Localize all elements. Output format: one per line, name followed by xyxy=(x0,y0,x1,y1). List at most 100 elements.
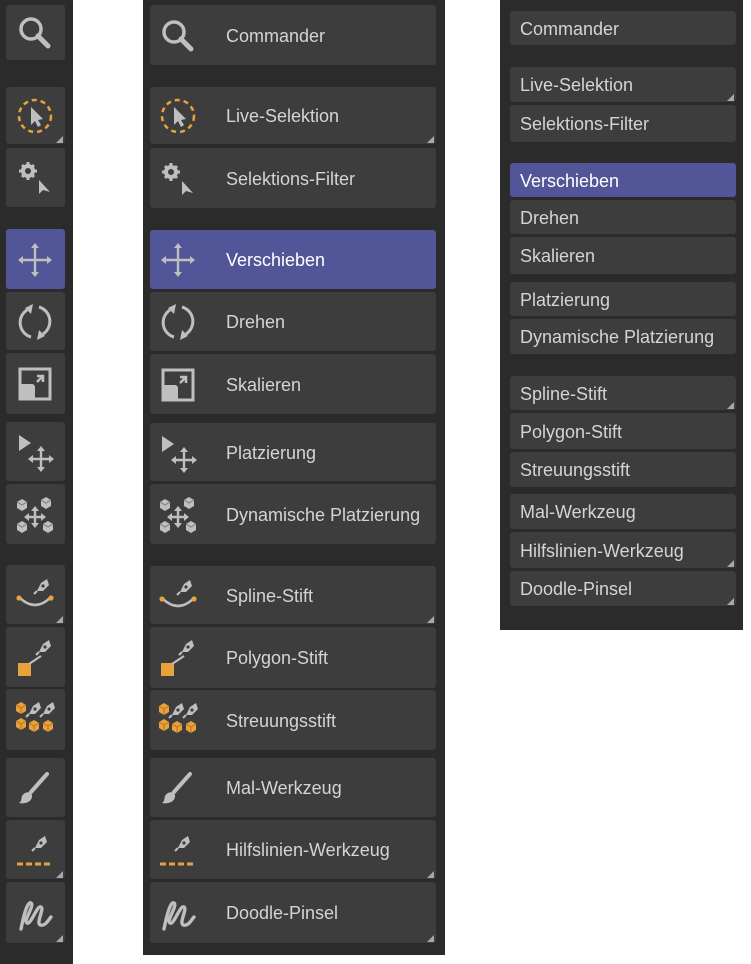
toolbar-icons-only xyxy=(0,0,73,964)
tool-label: Mal-Werkzeug xyxy=(226,778,342,798)
tool-label: Spline-Stift xyxy=(520,384,608,404)
tool-label: Mal-Werkzeug xyxy=(520,502,636,522)
tool-label: Drehen xyxy=(520,208,580,228)
tool-button-skalieren[interactable]: Skalieren xyxy=(510,237,736,275)
dynamic-placement-icon xyxy=(156,493,200,537)
tool-button-commander[interactable]: Commander xyxy=(150,5,436,66)
tool-button-drehen[interactable]: Drehen xyxy=(150,292,436,352)
tool-button-selektions-filter[interactable]: Selektions-Filter xyxy=(150,148,436,209)
scatter-pen-icon xyxy=(13,698,57,742)
tool-button-platzierung[interactable]: Platzierung xyxy=(150,423,436,482)
submenu-indicator xyxy=(56,871,63,878)
tool-button-commander[interactable]: Commander xyxy=(510,11,736,46)
tool-button-drehen[interactable]: Drehen xyxy=(510,200,736,235)
tool-button-dynamische-platzierung[interactable]: Dynamische Platzierung xyxy=(150,484,436,545)
tool-button-skalieren[interactable] xyxy=(6,353,65,415)
tool-button-polygon-stift[interactable]: Polygon-Stift xyxy=(510,413,736,450)
rotate-icon xyxy=(156,300,200,344)
submenu-indicator xyxy=(427,616,434,623)
tool-button-doodle-pinsel[interactable] xyxy=(6,882,65,944)
tool-button-selektions-filter[interactable] xyxy=(6,148,65,208)
tool-button-dynamische-platzierung[interactable]: Dynamische Platzierung xyxy=(510,319,736,355)
spline-pen-icon xyxy=(156,574,200,618)
submenu-indicator xyxy=(56,935,63,942)
tool-button-doodle-pinsel[interactable]: Doodle-Pinsel xyxy=(150,882,436,944)
tool-button-streuungsstift[interactable]: Streuungsstift xyxy=(510,452,736,488)
live-selection-icon xyxy=(156,94,200,138)
tool-label: Doodle-Pinsel xyxy=(226,903,339,923)
tool-button-spline-stift[interactable]: Spline-Stift xyxy=(510,376,736,411)
polygon-pen-icon xyxy=(13,636,57,680)
tool-label: Streuungsstift xyxy=(226,711,337,731)
rotate-icon xyxy=(13,300,57,344)
submenu-indicator xyxy=(427,871,434,878)
tool-button-mal-werkzeug[interactable]: Mal-Werkzeug xyxy=(150,758,436,818)
search-icon xyxy=(156,14,200,58)
submenu-indicator xyxy=(56,136,63,143)
submenu-indicator xyxy=(727,598,734,605)
tool-label: Polygon-Stift xyxy=(226,648,329,668)
submenu-indicator xyxy=(727,402,734,409)
tool-button-doodle-pinsel[interactable]: Doodle-Pinsel xyxy=(510,571,736,607)
toolbar-labels-only: Commander Live-Selektion Selektions-Filter… xyxy=(500,0,743,630)
tool-button-spline-stift[interactable] xyxy=(6,565,65,625)
submenu-indicator xyxy=(56,616,63,623)
live-selection-icon xyxy=(13,94,57,138)
tool-button-verschieben[interactable] xyxy=(6,229,65,290)
tool-button-mal-werkzeug[interactable]: Mal-Werkzeug xyxy=(510,494,736,530)
tool-label: Selektions-Filter xyxy=(520,114,650,134)
tool-label: Verschieben xyxy=(520,171,620,191)
tool-button-live-selektion[interactable] xyxy=(6,87,65,145)
tool-button-hilfslinien-werkzeug[interactable]: Hilfslinien-Werkzeug xyxy=(510,532,736,569)
submenu-indicator xyxy=(427,935,434,942)
search-icon xyxy=(13,11,57,55)
placement-icon xyxy=(13,430,57,474)
tool-button-polygon-stift[interactable] xyxy=(6,627,65,688)
toolbar-icons-and-labels: Commander Live-Selektion Selektions-Filter… xyxy=(143,0,445,955)
tool-label: Selektions-Filter xyxy=(226,169,356,189)
tool-button-platzierung[interactable] xyxy=(6,422,65,482)
tool-button-live-selektion[interactable]: Live-Selektion xyxy=(510,67,736,103)
tool-label: Live-Selektion xyxy=(226,106,340,126)
scale-icon xyxy=(13,362,57,406)
tool-label: Doodle-Pinsel xyxy=(520,579,633,599)
tool-label: Spline-Stift xyxy=(226,586,314,606)
tool-button-commander[interactable] xyxy=(6,5,65,61)
tool-label: Platzierung xyxy=(226,443,317,463)
guide-pen-icon xyxy=(156,828,200,872)
tool-label: Skalieren xyxy=(226,375,302,395)
doodle-brush-icon xyxy=(13,891,57,935)
paint-brush-icon xyxy=(156,766,200,810)
tool-button-verschieben[interactable]: Verschieben xyxy=(150,230,436,290)
tool-button-verschieben[interactable]: Verschieben xyxy=(510,163,736,198)
tool-button-hilfslinien-werkzeug[interactable] xyxy=(6,820,65,880)
tool-button-live-selektion[interactable]: Live-Selektion xyxy=(150,87,436,145)
tool-button-drehen[interactable] xyxy=(6,292,65,351)
tool-button-dynamische-platzierung[interactable] xyxy=(6,484,65,545)
scale-icon xyxy=(156,363,200,407)
move-icon xyxy=(13,238,57,282)
tool-button-platzierung[interactable]: Platzierung xyxy=(510,282,736,317)
tool-button-skalieren[interactable]: Skalieren xyxy=(150,354,436,415)
tool-button-selektions-filter[interactable]: Selektions-Filter xyxy=(510,105,736,143)
tool-button-spline-stift[interactable]: Spline-Stift xyxy=(150,566,436,625)
tool-button-polygon-stift[interactable]: Polygon-Stift xyxy=(150,627,436,689)
submenu-indicator xyxy=(727,94,734,101)
dynamic-placement-icon xyxy=(13,493,57,537)
submenu-indicator xyxy=(727,560,734,567)
tool-label: Hilfslinien-Werkzeug xyxy=(520,541,684,561)
tool-button-hilfslinien-werkzeug[interactable]: Hilfslinien-Werkzeug xyxy=(150,820,436,880)
tool-label: Hilfslinien-Werkzeug xyxy=(226,840,390,860)
tool-label: Verschieben xyxy=(226,250,326,270)
placement-icon xyxy=(156,431,200,475)
tool-label: Polygon-Stift xyxy=(520,422,623,442)
doodle-brush-icon xyxy=(156,891,200,935)
polygon-pen-icon xyxy=(156,636,200,680)
tool-button-streuungsstift[interactable]: Streuungsstift xyxy=(150,690,436,751)
selection-filter-icon xyxy=(156,157,200,201)
tool-button-streuungsstift[interactable] xyxy=(6,689,65,751)
submenu-indicator xyxy=(427,136,434,143)
tool-button-mal-werkzeug[interactable] xyxy=(6,758,65,818)
tool-label: Commander xyxy=(226,26,326,46)
tool-label: Drehen xyxy=(226,312,286,332)
